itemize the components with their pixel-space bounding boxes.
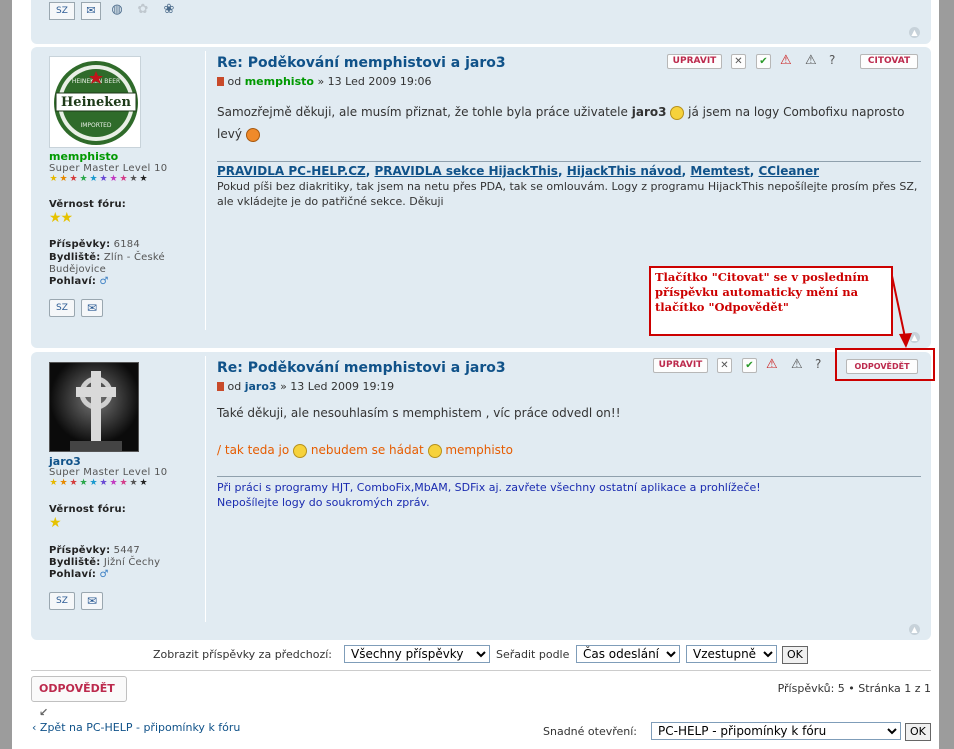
user-rank: Super Master Level 10 [49,163,168,174]
annotation-highlight [835,348,935,381]
report-icon[interactable]: ⚠ [766,357,778,372]
post-divider [205,356,206,622]
post-body: Také děkuji, ale nesouhlasím s memphiste… [217,406,621,420]
show-posts-label: Zobrazit příspěvky za předchozí: [153,648,332,661]
back-to-top-icon[interactable]: ▲ [909,27,920,38]
sig-link-memtest[interactable]: Memtest [690,164,749,178]
jump-ok-button[interactable]: OK [905,723,931,741]
post-body-colored: / tak teda jo nebudem se hádat memphisto [217,443,513,458]
sort-order-select[interactable]: Vzestupně [686,645,777,663]
sort-bar: Zobrazit příspěvky za předchozí: Všechny… [12,645,939,669]
location: Bydliště: Zlín - České [49,252,165,263]
report-icon[interactable]: ⚠ [780,53,792,68]
posts-count: Příspěvky: 6184 [49,239,140,250]
mail-icon[interactable]: ✉ [81,2,101,20]
delete-icon[interactable]: ✕ [731,54,746,69]
reply-button-bottom[interactable]: ODPOVĚDĚT ↙ [31,676,127,719]
www-icon[interactable]: ◍ [107,2,127,20]
post-divider [205,51,206,330]
back-chevron-icon: ‹ [32,721,37,734]
post-icon [217,77,224,86]
send-pm-button[interactable]: SZ [49,592,75,610]
quote-button[interactable]: CITOVAT [860,54,918,69]
signature-separator [217,476,921,477]
info-icon[interactable]: ? [815,357,821,371]
warn-icon[interactable]: ⚠ [805,53,817,68]
post-title[interactable]: Re: Poděkování memphistovi a jaro3 [217,360,506,376]
sig-link-hjt-guide[interactable]: HijackThis návod [567,164,682,178]
icq-icon[interactable]: ✿ [133,2,153,20]
warn-icon[interactable]: ⚠ [791,357,803,372]
delete-icon[interactable]: ✕ [717,358,732,373]
sort-ok-button[interactable]: OK [782,646,808,664]
rank-stars: ★ ★ ★ ★ ★ ★ ★ ★ ★ ★ [49,478,148,488]
svg-text:Heineken: Heineken [61,95,131,110]
jump-to-select[interactable]: PC-HELP - připomínky k fóru [651,722,901,740]
signature-text: Pokud píši bez diakritiky, tak jsem na n… [217,180,918,208]
post-body: Samozřejmě děkuji, ale musím přiznat, že… [217,105,905,142]
post-author[interactable]: jaro3 [245,380,277,393]
forum-page: SZ ✉ ◍ ✿ ❀ ▲ Heineken HEINEKEN BEER IMPO… [12,0,939,749]
annotation-box: Tlačítko "Citovat" se v posledním příspě… [649,266,893,336]
edit-button[interactable]: UPRAVIT [667,54,722,69]
username[interactable]: memphisto [49,150,118,163]
info-icon[interactable]: ? [829,53,835,67]
approve-icon[interactable]: ✔ [742,358,757,373]
gender: Pohlaví: ♂ [49,569,109,580]
send-pm-button[interactable]: SZ [49,299,75,317]
post-icon [217,382,224,391]
avatar [49,362,139,452]
sig-link-ccleaner[interactable]: CCleaner [758,164,819,178]
loyalty-stars: ★ [49,515,62,531]
flower-icon[interactable]: ❀ [159,2,179,20]
svg-text:IMPORTED: IMPORTED [80,122,111,129]
edit-button[interactable]: UPRAVIT [653,358,708,373]
reply-arrow-icon: ↙ [39,706,49,719]
sort-by-select[interactable]: Čas odeslání [576,645,680,663]
location-continued: Budějovice [49,264,106,275]
posts-count: Příspěvky: 5447 [49,545,140,556]
back-link[interactable]: ‹ Zpět na PC-HELP - připomínky k fóru [32,721,240,734]
sig-link-hjt-rules[interactable]: PRAVIDLA sekce HijackThis [374,164,557,178]
sort-bar-separator [31,670,931,671]
smiley-icon [293,443,308,458]
previous-post: SZ ✉ ◍ ✿ ❀ ▲ [31,0,931,44]
avatar: Heineken HEINEKEN BEER IMPORTED [49,56,141,148]
previous-post-contact-icons: SZ ✉ ◍ ✿ ❀ [49,2,179,20]
rank-stars: ★ ★ ★ ★ ★ ★ ★ ★ ★ ★ [49,174,148,184]
smiley-icon [427,443,442,458]
male-icon: ♂ [99,569,109,580]
show-posts-select[interactable]: Všechny příspěvky [344,645,490,663]
annotation-arrow [891,275,912,348]
mentioned-user[interactable]: jaro3 [632,105,667,119]
contact-icon[interactable]: SZ [49,2,75,20]
user-rank: Super Master Level 10 [49,467,168,478]
gender: Pohlaví: ♂ [49,276,109,287]
male-icon: ♂ [99,276,109,287]
smiley-surprised-icon [245,127,260,142]
sort-by-label: Seřadit podle [496,648,570,661]
post-author[interactable]: memphisto [245,75,314,88]
loyalty-stars: ★★ [49,210,73,226]
email-button[interactable]: ✉ [81,299,103,317]
approve-icon[interactable]: ✔ [756,54,771,69]
pagination: Příspěvků: 5 • Stránka 1 z 1 [777,682,931,695]
signature-line-2: Nepošílejte logy do soukromých zpráv. [217,496,430,509]
email-button[interactable]: ✉ [81,592,103,610]
sig-link-rules[interactable]: PRAVIDLA PC-HELP.CZ [217,164,366,178]
post-title[interactable]: Re: Poděkování memphistovi a jaro3 [217,55,506,71]
back-to-top-icon[interactable]: ▲ [909,624,920,635]
post-jaro3: jaro3 Super Master Level 10 ★ ★ ★ ★ ★ ★ ★ ★ ★ ★ V… [31,352,931,640]
post-meta: od memphisto » 13 Led 2009 19:06 [217,75,432,88]
post-meta: od jaro3 » 13 Led 2009 19:19 [217,380,394,393]
location: Bydliště: Jižní Čechy [49,557,161,568]
signature-links: PRAVIDLA PC-HELP.CZ, PRAVIDLA sekce Hija… [217,164,820,178]
signature-separator [217,161,921,162]
jump-to-label: Snadné otevření: [543,725,638,738]
signature-line-1: Při práci s programy HJT, ComboFix,MbAM,… [217,481,761,494]
smiley-icon [670,105,685,120]
